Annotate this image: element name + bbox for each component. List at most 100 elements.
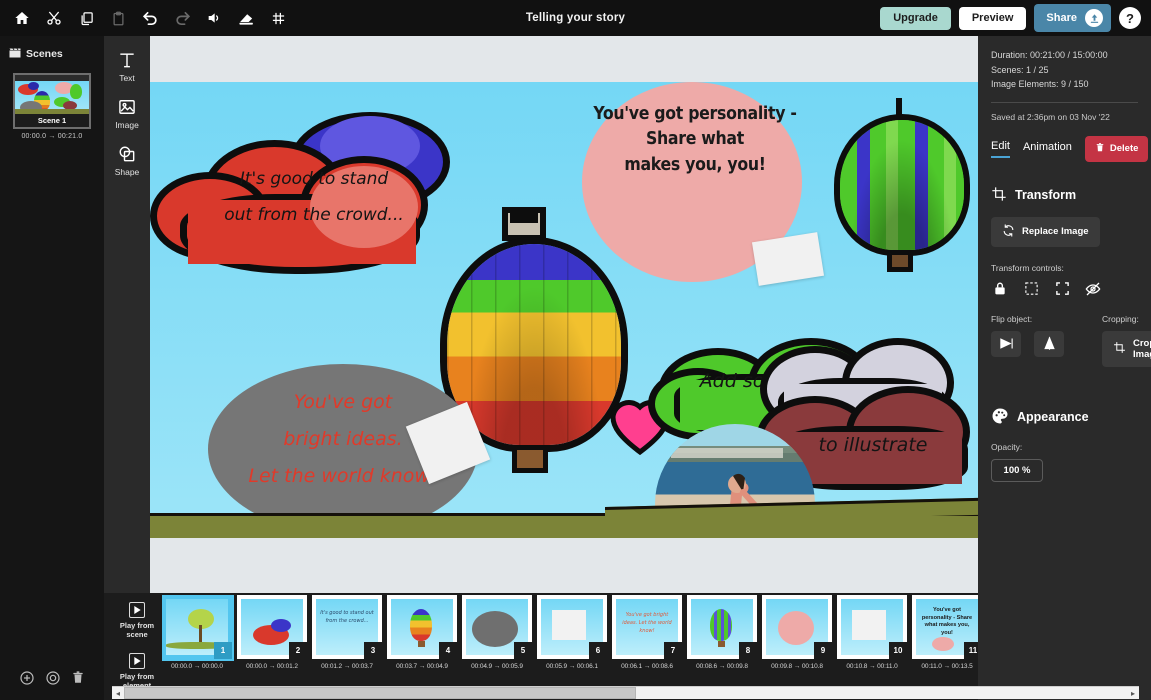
timeline-element[interactable]: 10 00:10.8 → 00:11.0 xyxy=(837,595,907,679)
timeline-thumbnail[interactable]: You've got bright ideas. Let the world k… xyxy=(612,595,682,659)
timeline-element[interactable]: It's good to stand out from the crowd...… xyxy=(312,595,382,679)
element-arrow-icon: → xyxy=(793,663,801,670)
saved-status: Saved at 2:36pm on 03 Nov '22 xyxy=(991,111,1110,122)
select-area-icon[interactable] xyxy=(1022,280,1040,298)
canvas-area[interactable]: It's good to stand out from the crowd...… xyxy=(150,36,978,593)
grid-icon[interactable] xyxy=(264,4,292,32)
preview-button[interactable]: Preview xyxy=(958,6,1027,30)
balloon-green-blue[interactable] xyxy=(832,98,972,288)
timeline-element-time: 00:08.6 → 00:09.8 xyxy=(687,663,757,670)
share-button[interactable]: Share xyxy=(1034,4,1111,32)
inspector-tabs: Edit Animation Delete xyxy=(991,135,1149,162)
flip-buttons-row xyxy=(991,330,1064,357)
timeline-element-number: 10 xyxy=(889,642,907,659)
flip-horizontal-icon[interactable] xyxy=(991,330,1021,357)
timeline-element[interactable]: 8 00:08.6 → 00:09.8 xyxy=(687,595,757,679)
timeline-scrollbar[interactable]: ◂ ▸ xyxy=(112,686,1139,699)
element-arrow-icon: → xyxy=(493,663,501,670)
transform-title: Transform xyxy=(1015,188,1077,203)
timeline-thumbnail[interactable]: 8 xyxy=(687,595,757,659)
timeline-element[interactable]: 5 00:04.9 → 00:05.9 xyxy=(462,595,532,679)
timeline-element[interactable]: 6 00:05.9 → 00:06.1 xyxy=(537,595,607,679)
cut-icon[interactable] xyxy=(40,4,68,32)
opacity-input[interactable]: 100 % xyxy=(991,458,1043,482)
redo-icon[interactable] xyxy=(168,4,196,32)
cloud-red[interactable]: It's good to stand out from the crowd... xyxy=(150,110,460,300)
timeline-thumbnail[interactable]: 2 xyxy=(237,595,307,659)
play-icon xyxy=(129,602,145,618)
tab-animation[interactable]: Animation xyxy=(1023,141,1072,157)
tab-edit[interactable]: Edit xyxy=(991,140,1010,158)
home-icon[interactable] xyxy=(8,4,36,32)
app-root: Telling your story Upgrade Preview Share… xyxy=(0,0,1151,700)
delete-scene-icon[interactable] xyxy=(71,670,85,690)
timeline-thumbnail[interactable]: 6 xyxy=(537,595,607,659)
flip-vertical-icon[interactable] xyxy=(1034,330,1064,357)
paste-icon[interactable] xyxy=(104,4,132,32)
replace-image-button[interactable]: Replace Image xyxy=(991,216,1100,247)
scene-actions xyxy=(0,660,104,700)
canvas-text-red-cloud[interactable]: It's good to stand out from the crowd... xyxy=(194,162,434,233)
shape-tool[interactable]: Shape xyxy=(104,136,150,183)
scroll-left-icon[interactable]: ◂ xyxy=(112,687,124,699)
element-start: 00:06.1 xyxy=(621,663,643,670)
timeline-thumbnail[interactable]: 9 xyxy=(762,595,832,659)
white-card-1[interactable] xyxy=(751,232,825,286)
timeline-element-time: 00:11.0 → 00:13.5 xyxy=(912,663,978,670)
scene-time-range: 00:00.0 → 00:21.0 xyxy=(13,133,91,140)
timeline-element[interactable]: 1 00:00.0 → 00:00.0 xyxy=(162,595,234,679)
timeline-thumbnail[interactable]: 10 xyxy=(837,595,907,659)
play-from-scene-button[interactable]: Play from scene xyxy=(110,602,164,639)
timeline-thumbnail[interactable]: You've got personality - Share what make… xyxy=(912,595,978,659)
play-icon-2 xyxy=(129,653,145,669)
timeline-element[interactable]: 4 00:03.7 → 00:04.9 xyxy=(387,595,457,679)
canvas-text-personality[interactable]: You've got personality - Share what make… xyxy=(590,102,800,178)
timeline-thumbnail[interactable]: 4 xyxy=(387,595,457,659)
crop-image-button[interactable]: Crop Image xyxy=(1102,330,1151,367)
delete-button[interactable]: Delete xyxy=(1084,135,1149,162)
scene-card: Scene 1 00:00.0 → 00:21.0 xyxy=(13,73,91,140)
scrollbar-track[interactable] xyxy=(124,687,1127,699)
timeline-panel: Play from scene Play from element 1 00:00… xyxy=(104,593,978,700)
upgrade-button[interactable]: Upgrade xyxy=(880,6,951,30)
copy-icon[interactable] xyxy=(72,4,100,32)
lock-icon[interactable] xyxy=(991,280,1009,298)
transform-section: Transform Replace Image Transform contro… xyxy=(991,186,1151,367)
text-tool[interactable]: Text xyxy=(104,42,150,89)
text-tool-label: Text xyxy=(119,73,135,83)
refresh-icon xyxy=(1002,224,1015,240)
scrollbar-thumb[interactable] xyxy=(124,687,636,699)
eraser-icon[interactable] xyxy=(232,4,260,32)
scroll-right-icon[interactable]: ▸ xyxy=(1127,687,1139,699)
timeline-element[interactable]: 9 00:09.8 → 00:10.8 xyxy=(762,595,832,679)
timeline-thumbnail[interactable]: 5 xyxy=(462,595,532,659)
timeline-element[interactable]: You've got bright ideas. Let the world k… xyxy=(612,595,682,679)
opacity-label: Opacity: xyxy=(991,441,1023,452)
timeline-element-number: 2 xyxy=(289,642,307,659)
element-end: 00:00.0 xyxy=(201,663,223,670)
delete-label: Delete xyxy=(1109,143,1139,155)
help-button[interactable]: ? xyxy=(1119,7,1141,29)
timeline-element-time: 00:01.2 → 00:03.7 xyxy=(312,663,382,670)
scenes-title: Scenes xyxy=(26,48,63,60)
fullscreen-icon[interactable] xyxy=(1053,280,1071,298)
timeline-strip[interactable]: 1 00:00.0 → 00:00.0 2 00:00.0 → 00:01.2 It's… xyxy=(162,595,978,679)
timeline-element[interactable]: You've got personality - Share what make… xyxy=(912,595,978,679)
add-scene-icon[interactable] xyxy=(19,670,35,691)
image-tool[interactable]: Image xyxy=(104,89,150,136)
top-toolbar: Telling your story Upgrade Preview Share… xyxy=(0,0,1151,36)
timeline-element[interactable]: 2 00:00.0 → 00:01.2 xyxy=(237,595,307,679)
scene-thumbnail[interactable]: Scene 1 xyxy=(13,73,91,129)
timeline-thumbnail[interactable]: 1 xyxy=(162,595,234,661)
undo-icon[interactable] xyxy=(136,4,164,32)
element-end: 00:01.2 xyxy=(276,663,298,670)
play-from-element-button[interactable]: Play from element xyxy=(110,653,164,690)
timeline-thumbnail[interactable]: It's good to stand out from the crowd...… xyxy=(312,595,382,659)
element-arrow-icon: → xyxy=(718,663,726,670)
audio-icon[interactable] xyxy=(200,4,228,32)
duplicate-scene-icon[interactable] xyxy=(45,670,61,691)
element-end: 00:09.8 xyxy=(726,663,748,670)
artboard[interactable]: It's good to stand out from the crowd...… xyxy=(150,82,978,538)
scene-end: 00:21.0 xyxy=(57,133,83,140)
hide-icon[interactable] xyxy=(1084,280,1102,298)
